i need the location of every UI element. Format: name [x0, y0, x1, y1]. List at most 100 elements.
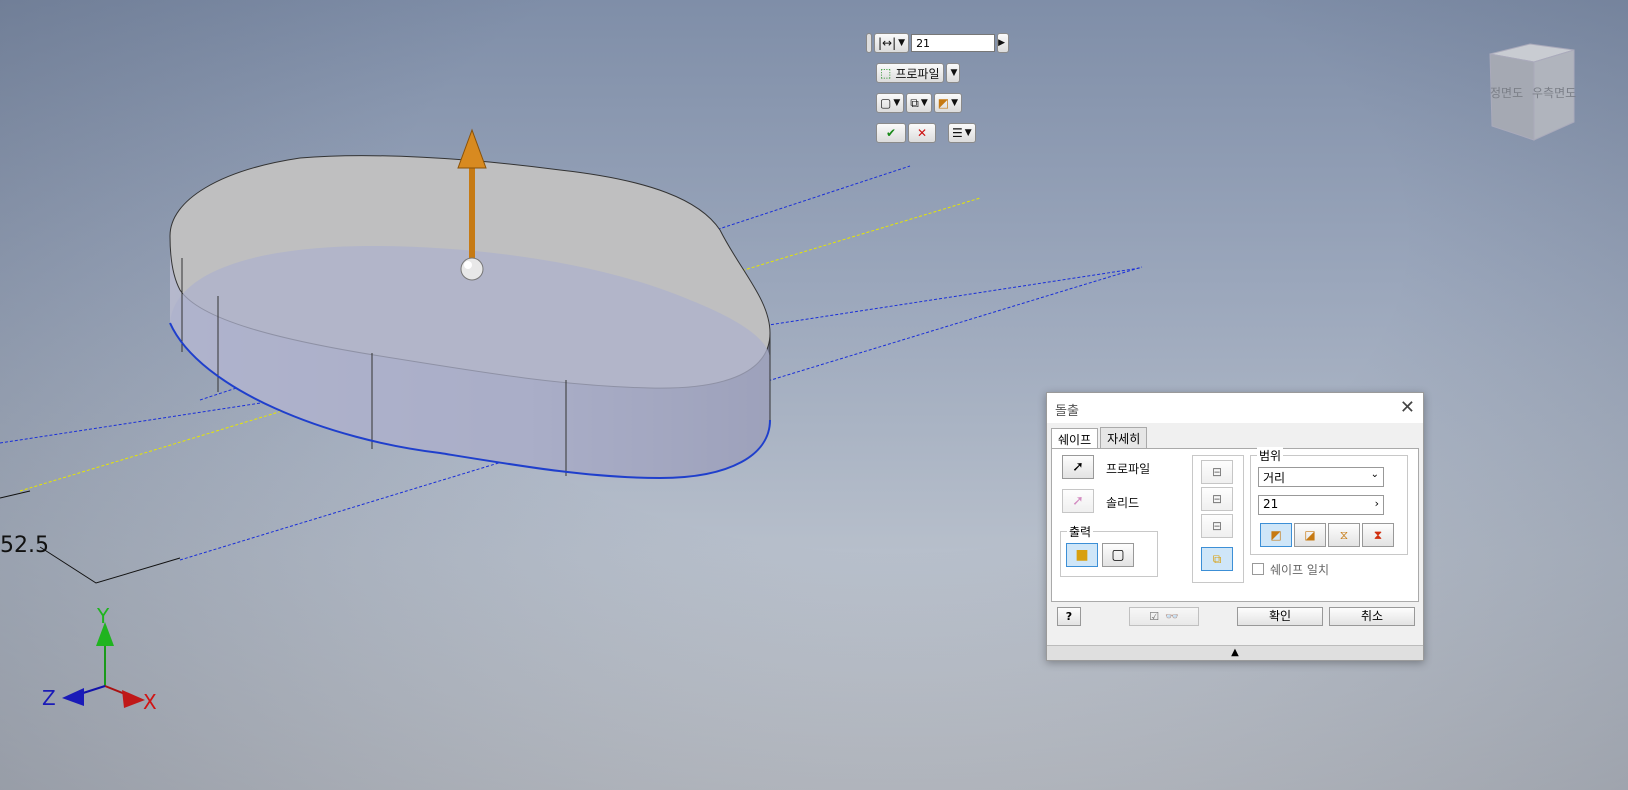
cancel-button[interactable]: 취소 [1329, 607, 1415, 626]
output-surface-button[interactable]: ▢ [1102, 543, 1134, 567]
profile-select-icon: ⬚ [880, 66, 892, 80]
output-solid-button[interactable]: ■ [1066, 543, 1098, 567]
mini-options-button[interactable]: ☰ ▼ [948, 123, 976, 143]
extent-label: 범위 [1257, 447, 1284, 464]
mini-distance-input[interactable] [911, 34, 996, 52]
output-label: 출력 [1067, 523, 1094, 540]
apply-arrow-button[interactable]: ▶ [997, 33, 1010, 53]
ok-button[interactable]: 확인 [1237, 607, 1323, 626]
shape-panel: ➚ 프로파일 ➚ 솔리드 출력 ■ ▢ ⊟ ⊟ ⊟ ⧉ 범위 거리 ⌄ 21 ›… [1051, 447, 1419, 602]
triad-z-label: Z [42, 686, 56, 710]
direction-flipped-icon: ◪ [1304, 528, 1316, 542]
dialog-titlebar[interactable]: 돌출 ✕ [1047, 393, 1423, 423]
cursor-icon: ➚ [1072, 493, 1084, 509]
help-icon: ? [1065, 610, 1073, 623]
cut-button[interactable]: ⊟ [1201, 487, 1233, 511]
direction-default-button[interactable]: ◩ [1260, 523, 1292, 547]
play-icon: ▶ [998, 38, 1005, 48]
dimension-value[interactable]: 52.5 [0, 533, 49, 558]
sphere-highlight [464, 261, 472, 269]
asymmetric-icon: ⧗ [1373, 527, 1383, 542]
profile-select-label: 프로파일 [895, 66, 940, 81]
direction-symmetric-button[interactable]: ⧖ [1328, 523, 1360, 547]
join-button[interactable]: ⊟ [1201, 460, 1233, 484]
intersect-icon: ⊟ [1211, 519, 1223, 533]
chevron-down-icon: ▼ [898, 38, 906, 48]
dialog-tabs: 쉐이프 자세히 [1051, 427, 1149, 450]
dimension-line [39, 546, 181, 584]
direction-icon: ◩ [937, 96, 950, 110]
arrow-head[interactable] [457, 128, 487, 169]
tab-shape[interactable]: 쉐이프 [1051, 428, 1099, 450]
mini-toolbar-grip[interactable] [866, 33, 872, 53]
mini-toolbar-row-2: ⬚ 프로파일 ▼ [876, 63, 961, 83]
extent-type-select[interactable]: 거리 ⌄ [1258, 467, 1384, 487]
solid-label: 솔리드 [1106, 496, 1140, 510]
triad-y-label: Y [97, 604, 110, 628]
distance-icon: |↔| [878, 36, 897, 50]
mini-cancel-button[interactable]: ✕ [908, 123, 936, 143]
solid-cube-icon: ■ [1075, 547, 1089, 563]
new-solid-icon: ⧉ [910, 95, 919, 110]
cut-icon: ⊟ [1211, 492, 1223, 506]
surface-cube-icon: ▢ [1111, 547, 1125, 563]
chevron-down-icon: ▼ [964, 128, 972, 138]
dialog-collapse-bar[interactable]: ▲ [1047, 645, 1423, 660]
tab-more[interactable]: 자세히 [1100, 427, 1148, 449]
manipulator-sphere[interactable] [460, 257, 484, 281]
close-icon: ✕ [916, 126, 928, 140]
glasses-icon: 👓 [1165, 610, 1179, 623]
new-solid-button[interactable]: ⧉ [1201, 547, 1233, 571]
new-solid-icon: ⧉ [1212, 551, 1222, 566]
extent-type-value: 거리 [1263, 471, 1286, 485]
profile-selector-button[interactable]: ➚ [1062, 455, 1094, 479]
direction-asymmetric-button[interactable]: ⧗ [1362, 523, 1394, 547]
profile-label: 프로파일 [1106, 462, 1151, 476]
triad-x-label: X [143, 690, 157, 714]
chevron-down-icon: ▼ [920, 98, 928, 108]
viewcube-right-label: 우측면도 [1532, 86, 1577, 100]
viewcube-front-label: 정면도 [1490, 86, 1524, 100]
viewcube[interactable]: 정면도 우측면도 [1480, 40, 1580, 147]
direction-icon: ◩ [1270, 528, 1282, 542]
direction-button[interactable]: ◩ ▼ [933, 93, 963, 113]
mini-toolbar-row-4: ✔ ✕ ☰ ▼ [876, 123, 976, 143]
output-solid-button[interactable]: ▢ ▼ [876, 93, 905, 113]
mini-ok-button[interactable]: ✔ [876, 123, 906, 143]
triangle-up-icon: ▲ [1231, 647, 1239, 658]
solid-selector-button[interactable]: ➚ [1062, 489, 1094, 513]
cursor-icon: ➚ [1072, 459, 1084, 475]
join-icon: ⊟ [1211, 465, 1223, 479]
chevron-down-icon: ▼ [950, 68, 958, 78]
mini-toolbar-row-3: ▢ ▼ ⧉ ▼ ◩ ▼ [876, 93, 963, 113]
check-icon: ✔ [885, 126, 897, 140]
help-button[interactable]: ? [1057, 607, 1081, 626]
distance-mode-button[interactable]: |↔| ▼ [874, 33, 910, 53]
chevron-down-icon: ▼ [951, 98, 959, 108]
direction-flipped-button[interactable]: ◪ [1294, 523, 1326, 547]
checkbox-icon: ☑ [1149, 610, 1160, 623]
distance-value: 21 [1263, 497, 1279, 511]
triad-x-cone [122, 690, 145, 708]
preview-toggle[interactable]: ☑ 👓 [1129, 607, 1199, 626]
profile-select-button[interactable]: ⬚ 프로파일 [876, 63, 944, 83]
intersect-button[interactable]: ⊟ [1201, 514, 1233, 538]
match-shape-label: 쉐이프 일치 [1270, 563, 1330, 577]
triad-z-cone [62, 688, 84, 706]
dim-tick [0, 490, 31, 499]
mini-toolbar-row-1: |↔|▼ ▶ [866, 33, 1010, 53]
chevron-down-icon: ▼ [893, 98, 901, 108]
chevron-down-icon: ⌄ [1370, 469, 1379, 480]
extrude-dialog: 돌출 ✕ 쉐이프 자세히 ➚ 프로파일 ➚ 솔리드 출력 ■ ▢ ⊟ ⊟ ⊟ ⧉… [1046, 392, 1424, 661]
dialog-title: 돌출 [1055, 404, 1079, 419]
list-icon: ☰ [952, 126, 963, 140]
operation-button[interactable]: ⧉ ▼ [906, 93, 932, 113]
cube-icon: ▢ [880, 96, 892, 110]
close-icon[interactable]: ✕ [1400, 397, 1415, 418]
distance-input[interactable]: 21 › [1258, 495, 1384, 515]
match-shape-checkbox[interactable] [1252, 563, 1264, 575]
symmetric-icon: ⧖ [1339, 527, 1349, 542]
profile-dropdown-button[interactable]: ▼ [945, 63, 961, 83]
chevron-right-icon: › [1374, 497, 1379, 510]
coordinate-triad [62, 622, 145, 708]
